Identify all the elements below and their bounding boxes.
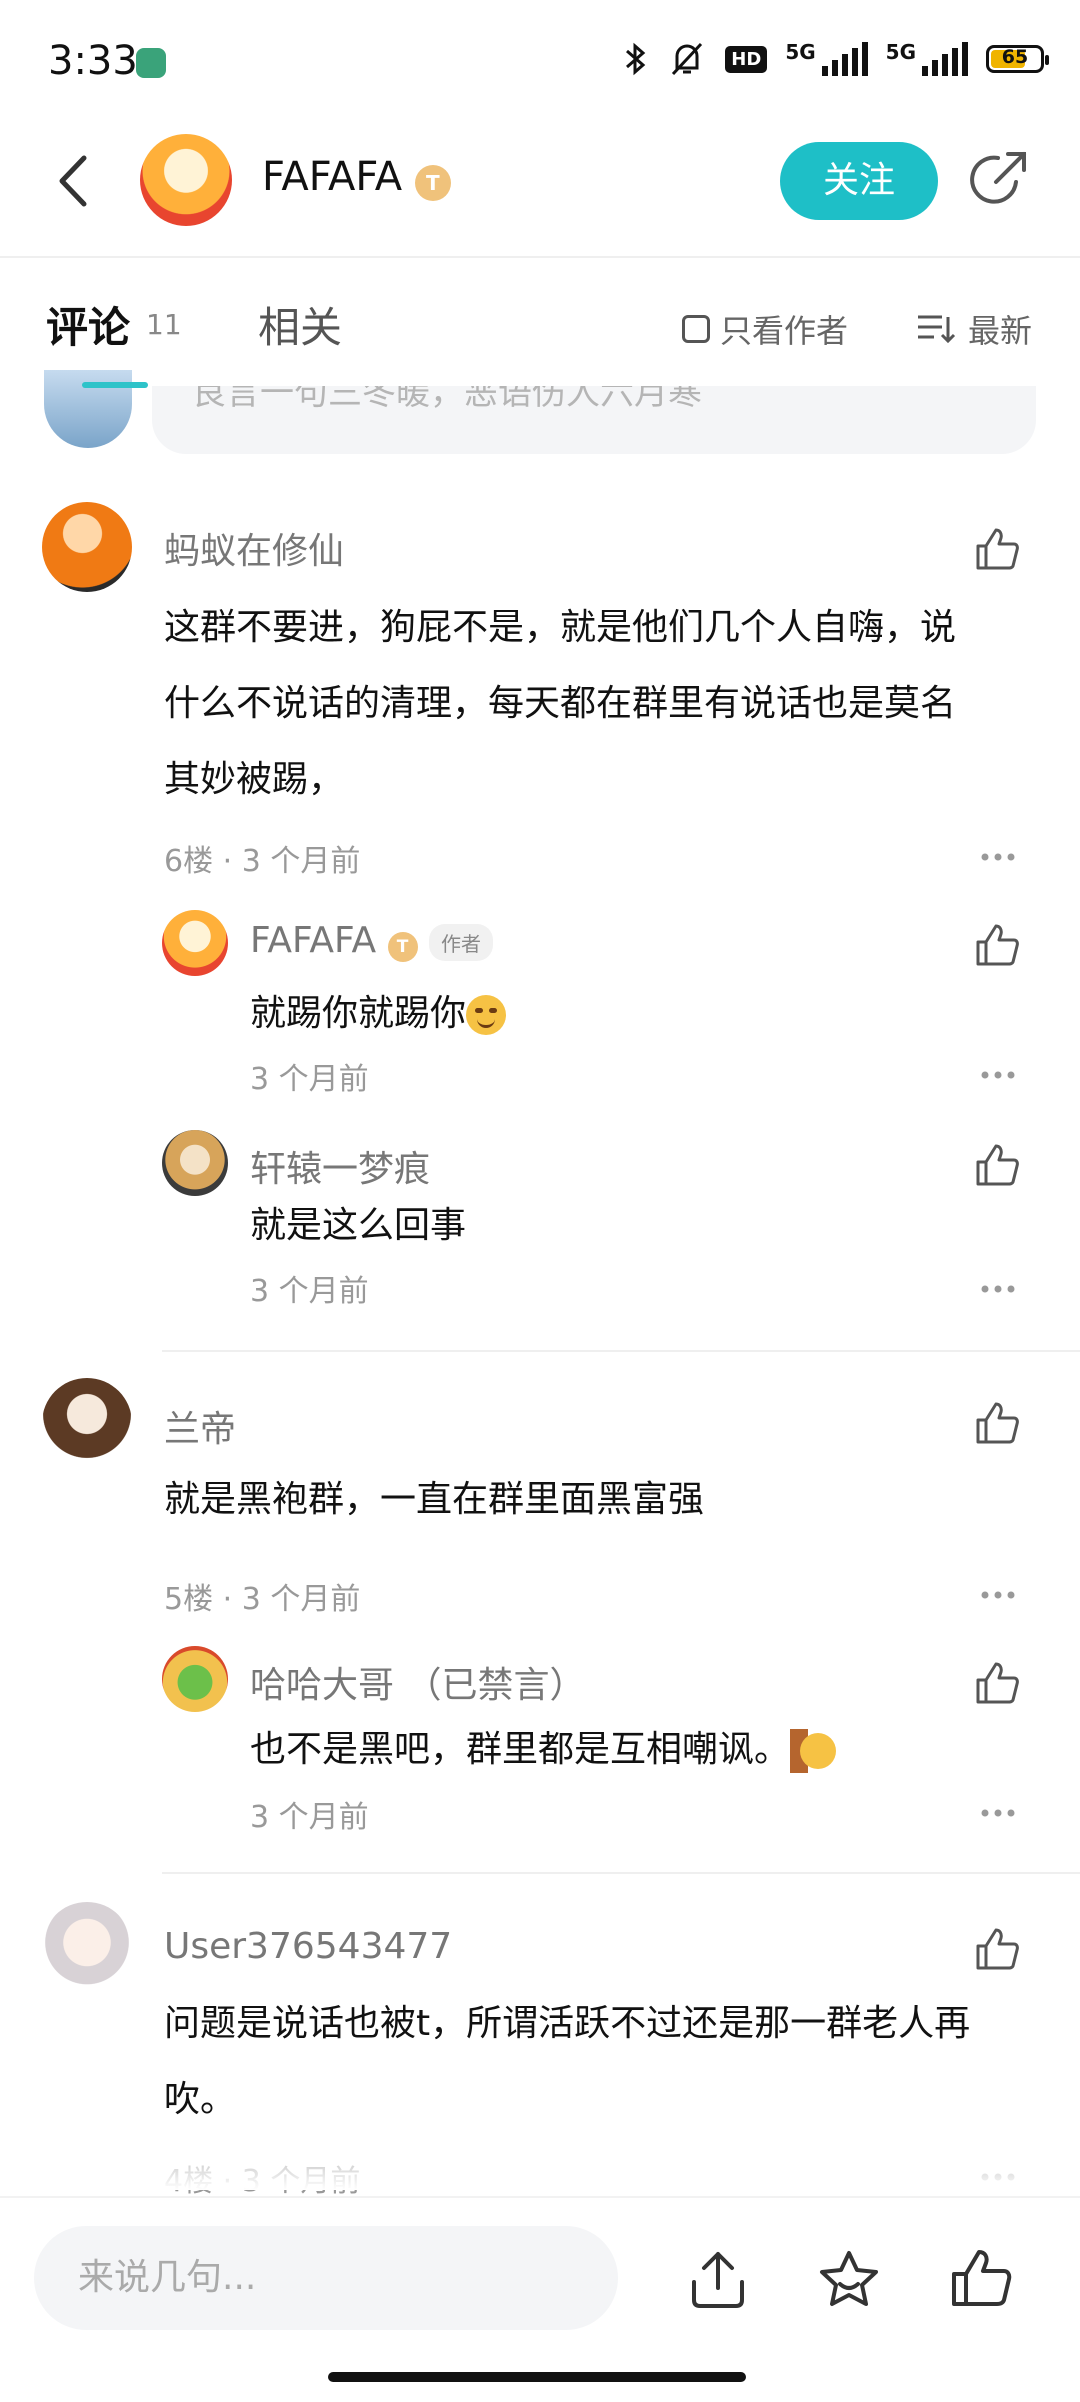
- mute-bell-icon: [672, 42, 703, 76]
- like-icon[interactable]: [948, 2246, 1014, 2310]
- like-icon[interactable]: [974, 922, 1020, 968]
- more-options-icon[interactable]: [980, 1284, 1016, 1294]
- like-icon[interactable]: [974, 526, 1020, 572]
- reply-time: 3 个月前: [250, 1062, 369, 1097]
- app-notification-icon: [136, 48, 166, 78]
- more-options-icon[interactable]: [980, 1070, 1016, 1080]
- only-author-toggle[interactable]: 只看作者: [682, 306, 848, 352]
- sort-icon: [918, 315, 956, 344]
- favorite-star-icon[interactable]: [816, 2248, 882, 2312]
- avatar[interactable]: [42, 1902, 132, 1992]
- comment-divider: [162, 1872, 1080, 1874]
- author-avatar[interactable]: [140, 134, 232, 226]
- level-badge: T: [387, 932, 418, 962]
- more-options-icon[interactable]: [980, 852, 1016, 862]
- signal-2-icon: 5G: [886, 42, 968, 76]
- comment-username[interactable]: 兰帝: [164, 1400, 236, 1452]
- checkbox-icon: [682, 315, 710, 343]
- comment-input[interactable]: 来说几句...: [34, 2226, 618, 2330]
- like-icon[interactable]: [974, 1142, 1020, 1188]
- reply-text: 就踢你就踢你: [250, 976, 507, 1052]
- reply-text: 也不是黑吧，群里都是互相嘲讽。: [250, 1712, 837, 1788]
- reply-avatar[interactable]: [162, 1646, 228, 1712]
- sort-button[interactable]: 最新: [916, 306, 1032, 352]
- back-arrow-icon[interactable]: [48, 150, 100, 212]
- like-icon[interactable]: [974, 1660, 1020, 1706]
- like-icon[interactable]: [974, 1400, 1020, 1446]
- author-tag: 作者: [429, 923, 493, 961]
- comment-input-mini[interactable]: 良言一句三冬暖，恶语伤人六月寒: [152, 386, 1036, 454]
- follow-button[interactable]: 关注: [780, 142, 938, 220]
- reply-username[interactable]: 轩辕一梦痕: [250, 1140, 430, 1192]
- comments-count: 11: [146, 308, 182, 341]
- tab-comments[interactable]: 评论: [46, 294, 130, 355]
- comment-username[interactable]: User376543477: [164, 1926, 452, 1967]
- hd-voice-badge: HD: [725, 45, 768, 73]
- author-name[interactable]: FAFAFA T: [262, 154, 451, 201]
- reply-text: 就是这么回事: [250, 1205, 467, 1246]
- comment-divider: [162, 1350, 1080, 1352]
- peek-emoji-icon: [790, 1729, 837, 1773]
- comment-meta: 5楼 · 3 个月前: [164, 1582, 361, 1617]
- comment-meta: 6楼 · 3 个月前: [164, 844, 361, 879]
- active-tab-indicator: [82, 382, 148, 388]
- reply-time: 3 个月前: [250, 1274, 369, 1309]
- avatar[interactable]: [42, 1378, 132, 1468]
- like-icon[interactable]: [974, 1926, 1020, 1972]
- share-icon[interactable]: [968, 148, 1030, 210]
- reply-username[interactable]: FAFAFA T 作者: [250, 920, 493, 962]
- level-badge: T: [414, 165, 451, 201]
- battery-icon: 65: [986, 45, 1049, 73]
- more-options-icon[interactable]: [980, 1808, 1016, 1818]
- reply-avatar[interactable]: [162, 910, 228, 976]
- reply-avatar[interactable]: [162, 1130, 228, 1196]
- reply-username[interactable]: 哈哈大哥 （已禁言）: [250, 1656, 585, 1708]
- scroll-fade: [0, 2130, 1080, 2190]
- smirk-emoji-icon: [466, 995, 507, 1035]
- comment-text: 问题是说话也被t，所谓活跃不过还是那一群老人再 吹。: [164, 2003, 971, 2120]
- signal-1-icon: 5G: [785, 42, 868, 76]
- status-time: 3:33: [48, 38, 138, 84]
- bluetooth-icon: [626, 42, 646, 76]
- more-options-icon[interactable]: [980, 1590, 1016, 1600]
- comment-username[interactable]: 蚂蚁在修仙: [164, 522, 344, 574]
- reply-time: 3 个月前: [250, 1800, 369, 1835]
- tab-related[interactable]: 相关: [258, 294, 342, 355]
- avatar[interactable]: [42, 502, 132, 592]
- header-divider: [0, 256, 1080, 258]
- status-icons: HD 5G 5G 65: [623, 40, 1049, 78]
- comment-text: 这群不要进，狗屁不是，就是他们几个人自嗨，说 什么不说话的清理，每天都在群里有说…: [164, 607, 957, 800]
- home-indicator[interactable]: [328, 2372, 746, 2382]
- comment-text: 就是黑袍群，一直在群里面黑富强: [164, 1479, 705, 1520]
- share-icon[interactable]: [686, 2248, 750, 2312]
